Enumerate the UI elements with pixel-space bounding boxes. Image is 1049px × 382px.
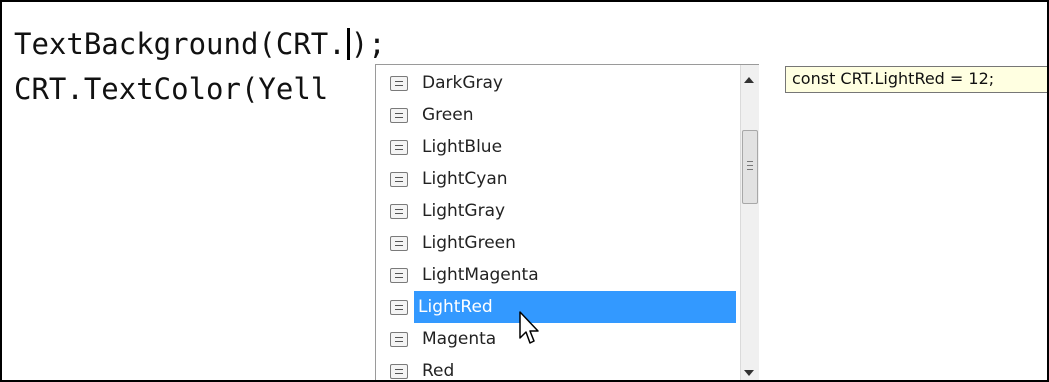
- list-item[interactable]: LightMagenta: [376, 259, 741, 291]
- vertical-scrollbar[interactable]: [740, 65, 759, 380]
- mouse-pointer-icon: [519, 311, 539, 344]
- code-text-before-caret: TextBackground(CRT.: [14, 27, 346, 61]
- list-item[interactable]: DarkGray: [376, 67, 741, 99]
- constant-icon: [390, 267, 408, 283]
- list-item-label: Red: [422, 361, 455, 381]
- constant-icon: [390, 107, 408, 123]
- code-text: CRT.TextColor(Yell: [14, 72, 329, 106]
- list-item-label: DarkGray: [422, 73, 503, 93]
- grip-line: [747, 161, 753, 162]
- list-item[interactable]: Green: [376, 99, 741, 131]
- list-item[interactable]: LightGray: [376, 195, 741, 227]
- list-item-label: Magenta: [422, 329, 497, 349]
- scroll-down-arrow-icon[interactable]: [744, 370, 754, 376]
- constant-icon: [390, 235, 408, 251]
- list-item[interactable]: Magenta: [376, 323, 741, 355]
- code-text-after-caret: );: [350, 27, 386, 61]
- list-item[interactable]: LightBlue: [376, 131, 741, 163]
- autocomplete-popup[interactable]: DarkGray Green LightBlue LightCyan Light…: [375, 64, 759, 381]
- tooltip: const CRT.LightRed = 12;: [785, 66, 1047, 93]
- code-editor[interactable]: TextBackground(CRT.); CRT.TextColor(Yell…: [0, 0, 1049, 382]
- list-item[interactable]: Red: [376, 355, 741, 381]
- list-item-label: LightRed: [414, 291, 736, 323]
- constant-icon: [390, 331, 408, 347]
- constant-icon: [390, 139, 408, 155]
- grip-line: [747, 169, 753, 170]
- list-item[interactable]: LightGreen: [376, 227, 741, 259]
- list-item-label: LightBlue: [422, 137, 503, 157]
- autocomplete-list[interactable]: DarkGray Green LightBlue LightCyan Light…: [376, 65, 741, 381]
- list-item-label: LightMagenta: [422, 265, 539, 285]
- scrollbar-thumb[interactable]: [742, 130, 758, 204]
- list-item-selected[interactable]: LightRed: [376, 291, 741, 323]
- list-item-label: LightGray: [422, 201, 506, 221]
- list-item-label: Green: [422, 105, 474, 125]
- grip-line: [747, 165, 753, 166]
- code-line-1[interactable]: TextBackground(CRT.);: [14, 26, 386, 62]
- constant-icon: [390, 75, 408, 91]
- list-item[interactable]: LightCyan: [376, 163, 741, 195]
- scroll-up-arrow-icon[interactable]: [744, 77, 754, 83]
- code-line-2[interactable]: CRT.TextColor(Yell: [14, 71, 328, 107]
- constant-icon: [390, 171, 408, 187]
- text-caret: [346, 28, 350, 60]
- constant-icon: [390, 299, 408, 315]
- constant-icon: [390, 363, 408, 379]
- list-item-label: LightGreen: [422, 233, 516, 253]
- list-item-label: LightCyan: [422, 169, 508, 189]
- constant-icon: [390, 203, 408, 219]
